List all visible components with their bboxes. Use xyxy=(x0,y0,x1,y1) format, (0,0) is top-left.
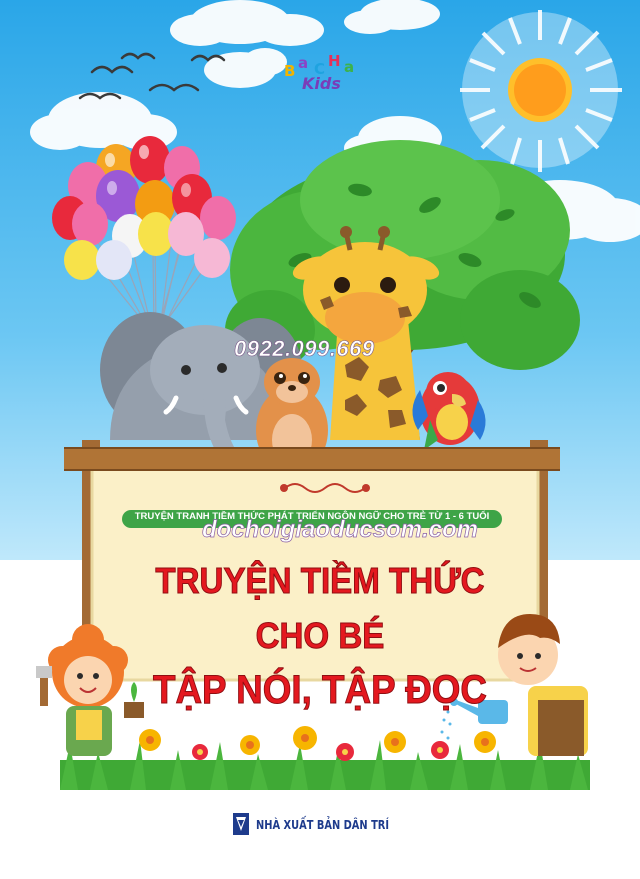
phone-watermark: 0922.099.669 xyxy=(234,336,375,362)
title-line-2: CHO BÉ xyxy=(255,615,385,657)
sun-icon xyxy=(460,10,622,172)
balloon-icon xyxy=(52,136,236,280)
logo-letter: a xyxy=(298,54,309,72)
title-line-3: TẬP NÓI, TẬP ĐỌC xyxy=(153,668,488,713)
publisher-logo-icon xyxy=(233,813,249,835)
logo-sub: Kids xyxy=(302,74,341,93)
title-line-1: TRUYỆN TIỀM THỨC xyxy=(155,560,485,602)
flower-icon xyxy=(80,720,560,761)
brand-logo: B a C H a Kids xyxy=(282,52,372,102)
book-cover: B a C H a Kids 0922.099.669 TRUYỆN TRANH… xyxy=(0,0,640,879)
parrot-icon xyxy=(412,372,486,450)
logo-letter: a xyxy=(344,58,355,76)
website-watermark: dochoigiaoducsom.com xyxy=(201,516,479,544)
bird-icon xyxy=(78,52,226,100)
illustration xyxy=(0,0,640,879)
grass xyxy=(60,740,590,790)
logo-letter: B xyxy=(284,62,296,80)
logo-letter: H xyxy=(328,52,341,70)
publisher-name: NHÀ XUẤT BẢN DÂN TRÍ xyxy=(256,818,390,832)
